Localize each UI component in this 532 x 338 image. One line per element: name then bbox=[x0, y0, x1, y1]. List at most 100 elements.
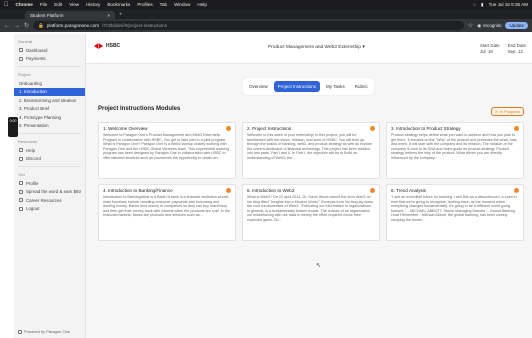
module-card-body: Introduction to BankingWhat is a Bank?A … bbox=[103, 195, 230, 218]
start-date: Start Date Jul. 18 bbox=[480, 43, 500, 54]
menu-help[interactable]: Help bbox=[197, 2, 206, 7]
module-card-banking[interactable]: 4. Introduction to Banking/Finance Intro… bbox=[98, 184, 236, 241]
sidebar-item-help[interactable]: Help bbox=[14, 146, 85, 155]
status-badge: ◷ In Progress bbox=[490, 107, 524, 116]
incognito-label: Incognito bbox=[483, 23, 502, 28]
browser-toolbar: ← → ↻ 🔒 platform.paragonone.com/7/3/b/id… bbox=[0, 19, 532, 32]
module-cards: 1. Welcome Overview Welcome to Paragon O… bbox=[98, 122, 524, 241]
menu-edit[interactable]: Edit bbox=[54, 2, 62, 7]
module-card-project-instructions[interactable]: 2. Project Instructions Welcome to this … bbox=[242, 122, 380, 179]
left-edge bbox=[0, 34, 14, 338]
sidebar-section-resources: Resources bbox=[18, 139, 38, 144]
sidebar-item-discord[interactable]: Discord bbox=[14, 155, 85, 164]
module-card-title: 5. Introduction to Web3 bbox=[247, 188, 295, 193]
browser-tab[interactable]: Student Platform × bbox=[25, 11, 115, 19]
wifi-icon[interactable]: ○ bbox=[473, 2, 476, 7]
hsbc-hexagon-icon bbox=[94, 43, 103, 49]
reload-icon[interactable]: ↻ bbox=[24, 22, 29, 29]
sidebar: General Dashboard Payments Project Onboa… bbox=[14, 34, 86, 338]
url-path: /7/3/b/ide/i/#/project-instructions bbox=[102, 23, 167, 28]
module-card-web3[interactable]: 5. Introduction to Web3 What is Web3? On… bbox=[242, 184, 380, 241]
lock-icon: 🔒 bbox=[38, 22, 44, 28]
incognito-icon: ◉ bbox=[477, 22, 482, 28]
help-icon bbox=[19, 148, 23, 153]
sidebar-item-introduction[interactable]: 1. Introduction bbox=[14, 87, 85, 96]
sidebar-item-dashboard[interactable]: Dashboard bbox=[14, 46, 85, 55]
module-card-title: 3. Introduction to Product Strategy bbox=[391, 126, 461, 131]
tab-overview[interactable]: Overview bbox=[245, 81, 272, 92]
module-card-body: What is Web3? On 22 April 2014, Dr. Gavi… bbox=[247, 195, 374, 222]
sidebar-item-label: Help bbox=[26, 147, 36, 153]
menu-bookmarks[interactable]: Bookmarks bbox=[107, 2, 130, 7]
sidebar-item-career-resources[interactable]: Career Resources bbox=[14, 196, 85, 205]
profile-icon bbox=[19, 181, 23, 186]
sidebar-item-payments[interactable]: Payments bbox=[14, 55, 85, 64]
tab-project-instructions[interactable]: Project Instructions bbox=[273, 81, 321, 92]
sidebar-item-label: Payments bbox=[26, 56, 46, 62]
end-date-label: End Date bbox=[507, 43, 526, 48]
tab-my-tasks[interactable]: My Tasks bbox=[322, 81, 349, 92]
caret-down-icon: ▾ bbox=[362, 45, 365, 50]
sidebar-item-label: Dashboard bbox=[26, 47, 48, 53]
module-card-body: Welcome to this week of your externship!… bbox=[247, 133, 373, 160]
end-date: End Date Sep. 12 bbox=[508, 43, 526, 54]
menu-window[interactable]: Window bbox=[174, 2, 190, 7]
sidebar-item-prototype-planning[interactable]: 4. Prototype Planning bbox=[14, 113, 85, 122]
hsbc-logo[interactable]: HSBC bbox=[94, 43, 120, 49]
menu-view[interactable]: View bbox=[69, 2, 79, 7]
close-tab-icon[interactable]: × bbox=[107, 13, 110, 18]
in-progress-icon bbox=[226, 126, 231, 131]
menu-history[interactable]: History bbox=[86, 2, 100, 7]
menu-chrome[interactable]: Chrome bbox=[16, 2, 33, 7]
sidebar-item-profile[interactable]: Profile bbox=[14, 179, 85, 188]
brand-name: HSBC bbox=[106, 43, 121, 49]
sidebar-item-logout[interactable]: Logout bbox=[14, 205, 85, 214]
module-card-title: 2. Project Instructions bbox=[247, 126, 292, 131]
back-icon[interactable]: ← bbox=[4, 23, 10, 29]
menu-tab[interactable]: Tab bbox=[160, 2, 167, 7]
module-card-body: Welcome to Paragon One's Product Managem… bbox=[103, 133, 229, 160]
sidebar-item-onboarding[interactable]: Onboarding bbox=[14, 79, 85, 88]
forward-icon[interactable]: → bbox=[14, 23, 20, 29]
gift-icon bbox=[19, 189, 23, 194]
sidebar-item-label: Career Resources bbox=[26, 197, 62, 203]
module-card-product-strategy[interactable]: 3. Introduction to Product Strategy Prod… bbox=[386, 122, 524, 179]
powered-by: Powered by Paragon One bbox=[18, 329, 70, 334]
sidebar-section-general: General bbox=[18, 39, 33, 44]
module-card-title: 1. Welcome Overview bbox=[103, 126, 148, 131]
program-dates: Start Date Jul. 18 End Date Sep. 12 bbox=[480, 43, 526, 54]
module-card-welcome[interactable]: 1. Welcome Overview Welcome to Paragon O… bbox=[98, 122, 236, 179]
sidebar-item-label: Profile bbox=[26, 180, 39, 186]
sidebar-item-referral[interactable]: Spread the word & earn $50 bbox=[14, 188, 85, 197]
discord-icon bbox=[19, 156, 23, 161]
recording-overlay[interactable]: 0:00 bbox=[8, 117, 18, 137]
incognito-indicator[interactable]: ◉ Incognito bbox=[477, 23, 501, 29]
in-progress-icon bbox=[226, 188, 231, 193]
tab-rubric[interactable]: Rubric bbox=[351, 81, 372, 92]
in-progress-icon bbox=[514, 188, 519, 193]
new-tab-icon[interactable]: + bbox=[119, 11, 123, 19]
divider bbox=[18, 166, 81, 167]
apple-icon[interactable]:  bbox=[4, 2, 9, 8]
update-button[interactable]: Update bbox=[505, 22, 528, 29]
menu-profiles[interactable]: Profiles bbox=[137, 2, 152, 7]
menu-file[interactable]: File bbox=[40, 2, 47, 7]
sidebar-item-label: Discord bbox=[26, 156, 41, 162]
sidebar-item-brainstorming[interactable]: 2. Brainstorming and Ideation bbox=[14, 96, 85, 105]
program-selector[interactable]: Product Management and Web3 Externship ▾ bbox=[268, 45, 365, 50]
clock[interactable]: Tue Jul 18 8:36 AM bbox=[489, 2, 528, 7]
star-icon[interactable]: ☆ bbox=[468, 22, 473, 29]
sidebar-item-product-brief[interactable]: 3. Product Brief bbox=[14, 105, 85, 114]
tab-title: Student Platform bbox=[30, 12, 64, 18]
clock-icon: ◷ bbox=[494, 109, 499, 114]
battery-icon[interactable]: ▮ bbox=[481, 2, 484, 8]
sidebar-item-presentation[interactable]: 5. Presentation bbox=[14, 122, 85, 131]
module-card-trend-analysis[interactable]: 6. Trend Analysis "I see an incredible f… bbox=[386, 184, 524, 241]
address-bar[interactable]: 🔒 platform.paragonone.com/7/3/b/ide/i/#/… bbox=[33, 21, 464, 30]
modules-title: Project Instructions Modules bbox=[98, 106, 181, 112]
mac-menu-bar:  Chrome File Edit View History Bookmark… bbox=[0, 0, 532, 9]
module-card-title: 6. Trend Analysis bbox=[391, 188, 426, 193]
module-card-title: 4. Introduction to Banking/Finance bbox=[103, 188, 173, 193]
sidebar-item-label: Onboarding bbox=[19, 80, 42, 86]
module-card-body: "I see an incredible future for banking.… bbox=[391, 195, 517, 222]
